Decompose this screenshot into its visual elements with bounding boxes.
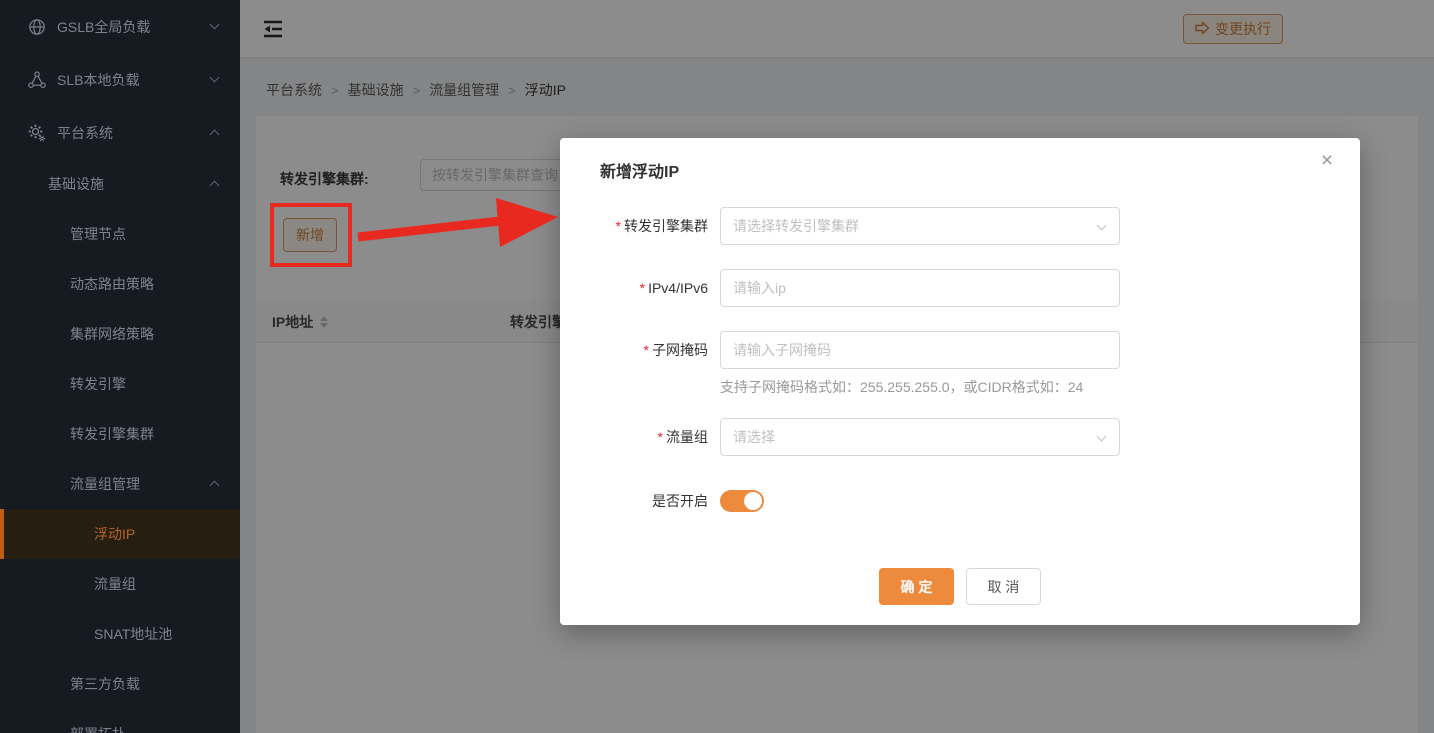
sidebar-item-platform[interactable]: 平台系统 (0, 106, 240, 159)
chevron-up-icon (211, 129, 218, 138)
add-floating-ip-modal: 新增浮动IP × *转发引擎集群 请选择转发引擎集群 *IPv4/IPv6 *子… (560, 138, 1360, 625)
close-icon[interactable]: × (1314, 148, 1340, 174)
sidebar-item-manage-node[interactable]: 管理节点 (0, 209, 240, 259)
required-asterisk: * (640, 280, 645, 296)
cluster-nodes-icon (28, 71, 46, 89)
sidebar-item-label: 管理节点 (70, 224, 126, 244)
field-label-text: IPv4/IPv6 (648, 280, 708, 296)
chevron-down-icon (1098, 435, 1105, 440)
sidebar-item-label: 流量组 (94, 574, 136, 594)
sidebar-item-label: 第三方负载 (70, 674, 140, 694)
sidebar-item-label: SLB本地负载 (57, 70, 139, 90)
engine-cluster-select[interactable]: 请选择转发引擎集群 (720, 207, 1120, 245)
field-label-text: 子网掩码 (652, 342, 708, 358)
field-label-text: 流量组 (666, 429, 708, 445)
form-row-ip: *IPv4/IPv6 (560, 269, 1320, 307)
netmask-input[interactable] (733, 342, 1107, 358)
form-row-enabled: 是否开启 (560, 490, 1320, 512)
required-asterisk: * (644, 342, 649, 358)
sidebar-item-third-party-lb[interactable]: 第三方负载 (0, 659, 240, 709)
toggle-knob (744, 492, 762, 510)
enabled-toggle[interactable] (720, 490, 764, 512)
sidebar-item-label: 部署拓扑 (70, 724, 126, 733)
sidebar-item-infrastructure[interactable]: 基础设施 (0, 159, 240, 209)
form-row-traffic-group: *流量组 请选择 (560, 418, 1320, 456)
chevron-up-icon (211, 180, 218, 189)
field-label: 是否开启 (560, 490, 708, 512)
netmask-help-text: 支持子网掩码格式如：255.255.255.0，或CIDR格式如：24 (720, 377, 1083, 397)
annotation-highlight-rectangle (270, 203, 352, 267)
chevron-up-icon (211, 480, 218, 489)
sidebar-item-forward-engine[interactable]: 转发引擎 (0, 359, 240, 409)
sidebar-item-label: 转发引擎集群 (70, 424, 154, 444)
traffic-group-select[interactable]: 请选择 (720, 418, 1120, 456)
sidebar-item-snat-pool[interactable]: SNAT地址池 (0, 609, 240, 659)
sidebar: GSLB全局负载 SLB本地负载 平台系统 基础设施 管理节点 动态路由策略 集… (0, 0, 240, 733)
sidebar-item-forward-engine-cluster[interactable]: 转发引擎集群 (0, 409, 240, 459)
sidebar-item-traffic-group[interactable]: 流量组 (0, 559, 240, 609)
required-asterisk: * (658, 429, 663, 445)
annotation-arrow (350, 190, 562, 254)
chevron-down-icon (1098, 224, 1105, 229)
sidebar-item-dynamic-route-policy[interactable]: 动态路由策略 (0, 259, 240, 309)
sidebar-item-traffic-group-mgmt[interactable]: 流量组管理 (0, 459, 240, 509)
ip-input[interactable] (733, 280, 1107, 296)
sidebar-item-slb[interactable]: SLB本地负载 (0, 53, 240, 106)
sidebar-item-label: 转发引擎 (70, 374, 126, 394)
select-placeholder: 请选择转发引擎集群 (733, 216, 859, 236)
sidebar-item-label: 基础设施 (48, 174, 104, 194)
ip-input-wrap (720, 269, 1120, 307)
gears-icon (28, 124, 46, 142)
globe-icon (28, 18, 46, 36)
chevron-down-icon (211, 23, 218, 28)
sidebar-item-label: GSLB全局负载 (57, 17, 150, 37)
sidebar-item-label: 浮动IP (94, 524, 135, 544)
cancel-button[interactable]: 取 消 (966, 568, 1041, 605)
form-row-engine-cluster: *转发引擎集群 请选择转发引擎集群 (560, 207, 1320, 245)
sidebar-item-label: 平台系统 (57, 123, 113, 143)
sidebar-item-cluster-network-policy[interactable]: 集群网络策略 (0, 309, 240, 359)
sidebar-item-label: SNAT地址池 (94, 624, 172, 644)
sidebar-item-deploy-topology[interactable]: 部署拓扑 (0, 709, 240, 733)
field-label: *转发引擎集群 (560, 207, 708, 245)
sidebar-item-gslb[interactable]: GSLB全局负载 (0, 0, 240, 53)
ok-button[interactable]: 确 定 (879, 568, 954, 605)
field-label-text: 转发引擎集群 (624, 218, 708, 234)
sidebar-item-floating-ip[interactable]: 浮动IP (0, 509, 240, 559)
netmask-input-wrap (720, 331, 1120, 369)
sidebar-item-label: 动态路由策略 (70, 274, 154, 294)
form-row-netmask: *子网掩码 (560, 331, 1320, 369)
field-label: *IPv4/IPv6 (560, 269, 708, 307)
modal-title: 新增浮动IP (600, 158, 679, 182)
select-placeholder: 请选择 (733, 427, 775, 447)
required-asterisk: * (616, 218, 621, 234)
chevron-down-icon (211, 76, 218, 81)
sidebar-item-label: 集群网络策略 (70, 324, 154, 344)
sidebar-item-label: 流量组管理 (70, 474, 140, 494)
field-label: *子网掩码 (560, 331, 708, 369)
field-label: *流量组 (560, 418, 708, 456)
